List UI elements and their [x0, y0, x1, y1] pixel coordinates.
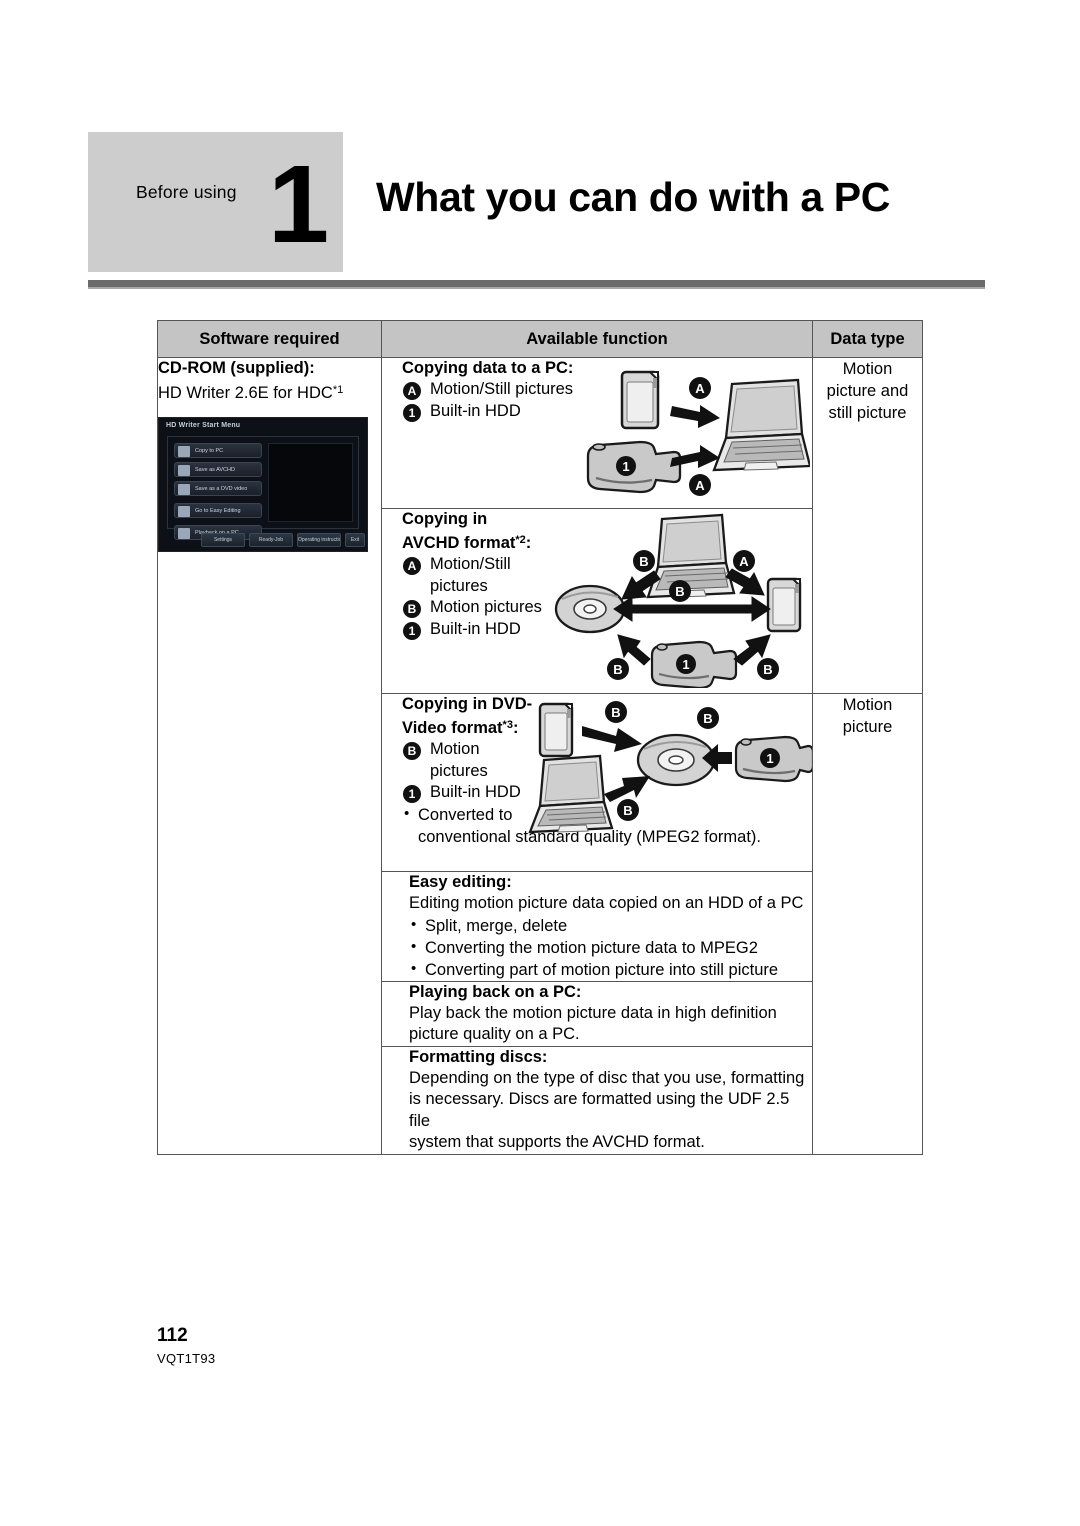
software-subtitle: HD Writer 2.6E for HDC*1 — [158, 384, 344, 402]
badge-1: 1 — [403, 403, 421, 422]
edit-icon — [178, 506, 190, 517]
software-title: CD-ROM (supplied): — [158, 359, 315, 377]
column-header-datatype: Data type — [812, 320, 923, 358]
screenshot-button-go-to-easy-editing: Go to Easy Editing — [174, 503, 262, 518]
screenshot-button-copy-to-pc: Copy to PC — [174, 443, 262, 458]
disc-icon — [178, 465, 190, 476]
playback-icon — [178, 528, 190, 539]
function-body-line: system that supports the AVCHD format. — [409, 1133, 705, 1151]
function-body: Editing motion picture data copied on an… — [409, 894, 804, 912]
header-divider — [88, 280, 985, 289]
page-header: Before using 1 What you can do with a PC — [88, 132, 985, 290]
diagram-copy-to-pc: 1 A A — [586, 370, 810, 496]
svg-text:B: B — [763, 662, 772, 677]
list-item: Split, merge, delete — [409, 914, 812, 937]
data-type-line: still picture — [828, 404, 907, 422]
badge-a: A — [403, 557, 421, 575]
feature-table: Software required Available function Dat… — [157, 320, 923, 1155]
function-cell-easy-editing: Easy editing: Editing motion picture dat… — [381, 871, 813, 982]
hd-writer-screenshot: HD Writer Start Menu Copy to PC Save as … — [158, 417, 368, 552]
svg-text:B: B — [623, 803, 632, 818]
function-cell-formatting-discs: Formatting discs: Depending on the type … — [381, 1045, 813, 1155]
data-type-cell-motion-picture: Motion picture — [812, 693, 923, 1155]
svg-text:B: B — [703, 711, 712, 726]
function-body-line: is necessary. Discs are formatted using … — [409, 1090, 790, 1130]
chapter-number: 1 — [268, 143, 330, 266]
table-row: CD-ROM (supplied): HD Writer 2.6E for HD… — [157, 357, 923, 1155]
badge-1: 1 — [403, 785, 421, 803]
data-type-line: picture — [842, 718, 893, 736]
footnote-marker-3: *3 — [502, 719, 513, 731]
column-header-function: Available function — [381, 320, 813, 358]
svg-text:A: A — [695, 381, 705, 396]
function-bullet-list: Split, merge, delete Converting the moti… — [409, 914, 812, 981]
list-item: Converting the motion picture data to MP… — [409, 936, 812, 959]
function-title: Formatting discs: — [409, 1047, 548, 1066]
svg-text:1: 1 — [622, 459, 629, 474]
column-header-software: Software required — [157, 320, 382, 358]
function-cell-playing-back: Playing back on a PC: Play back the moti… — [381, 980, 813, 1047]
screenshot-body: Copy to PC Save as AVCHD Save as a DVD v… — [167, 436, 359, 540]
table-header-row: Software required Available function Dat… — [157, 320, 923, 358]
badge-b: B — [403, 742, 421, 760]
dvd-icon — [178, 484, 190, 495]
screenshot-button-save-as-avchd: Save as AVCHD — [174, 462, 262, 477]
footnote-marker-1: *1 — [332, 384, 344, 396]
function-cell-copying-dvd-video: Copying in DVD- Video format*3: B Motion … — [381, 693, 813, 872]
list-item: Converting part of motion picture into s… — [409, 958, 812, 981]
copy-to-pc-icon — [178, 446, 190, 457]
screenshot-window-title: HD Writer Start Menu — [166, 422, 241, 429]
svg-text:A: A — [739, 554, 749, 569]
screenshot-footer-button-exit: Exit — [345, 533, 365, 547]
data-type-line: Motion — [842, 360, 893, 378]
diagram-copy-avchd: 1 B A B B B — [554, 513, 802, 688]
screenshot-footer-button-ready-job: Ready-Job — [249, 533, 293, 547]
function-cell-copying-to-pc: Copying data to a PC: A Motion/Still pict… — [381, 357, 813, 509]
svg-text:1: 1 — [766, 751, 773, 766]
svg-text:B: B — [675, 584, 684, 599]
footnote-marker-2: *2 — [515, 534, 526, 546]
screenshot-preview-pane — [268, 443, 353, 522]
screenshot-footer-button-settings: Settings — [201, 533, 245, 547]
function-title: Easy editing: — [409, 873, 512, 891]
chapter-kicker: Before using — [136, 182, 237, 202]
data-type-line: Motion — [842, 696, 893, 714]
function-body-line: Play back the motion picture data in hig… — [409, 1003, 777, 1022]
function-title: Playing back on a PC: — [409, 982, 582, 1001]
badge-1: 1 — [403, 621, 421, 640]
data-type-line: picture and — [826, 382, 909, 400]
diagram-copy-dvd-video: 1 B B B — [528, 701, 812, 834]
document-code: VQT1T93 — [157, 1351, 216, 1366]
function-body-line: Depending on the type of disc that you u… — [409, 1068, 805, 1087]
function-body-line: picture quality on a PC. — [409, 1025, 580, 1043]
badge-a: A — [403, 382, 421, 400]
svg-text:B: B — [639, 554, 648, 569]
page-title: What you can do with a PC — [376, 174, 890, 220]
svg-text:A: A — [695, 478, 705, 493]
badge-b: B — [403, 600, 421, 618]
screenshot-footer-button-operating-instructions: Operating instructions — [297, 533, 341, 547]
page-number: 112 — [157, 1325, 188, 1346]
function-cell-copying-avchd: Copying in AVCHD format*2: A Motion/Still… — [381, 508, 813, 694]
svg-text:B: B — [611, 705, 620, 720]
data-type-cell-motion-and-still: Motion picture and still picture — [812, 357, 923, 694]
software-required-cell: CD-ROM (supplied): HD Writer 2.6E for HD… — [157, 357, 382, 1155]
svg-text:B: B — [613, 662, 622, 677]
screenshot-button-save-as-dvd-video: Save as a DVD video — [174, 481, 262, 496]
svg-text:1: 1 — [682, 657, 689, 672]
